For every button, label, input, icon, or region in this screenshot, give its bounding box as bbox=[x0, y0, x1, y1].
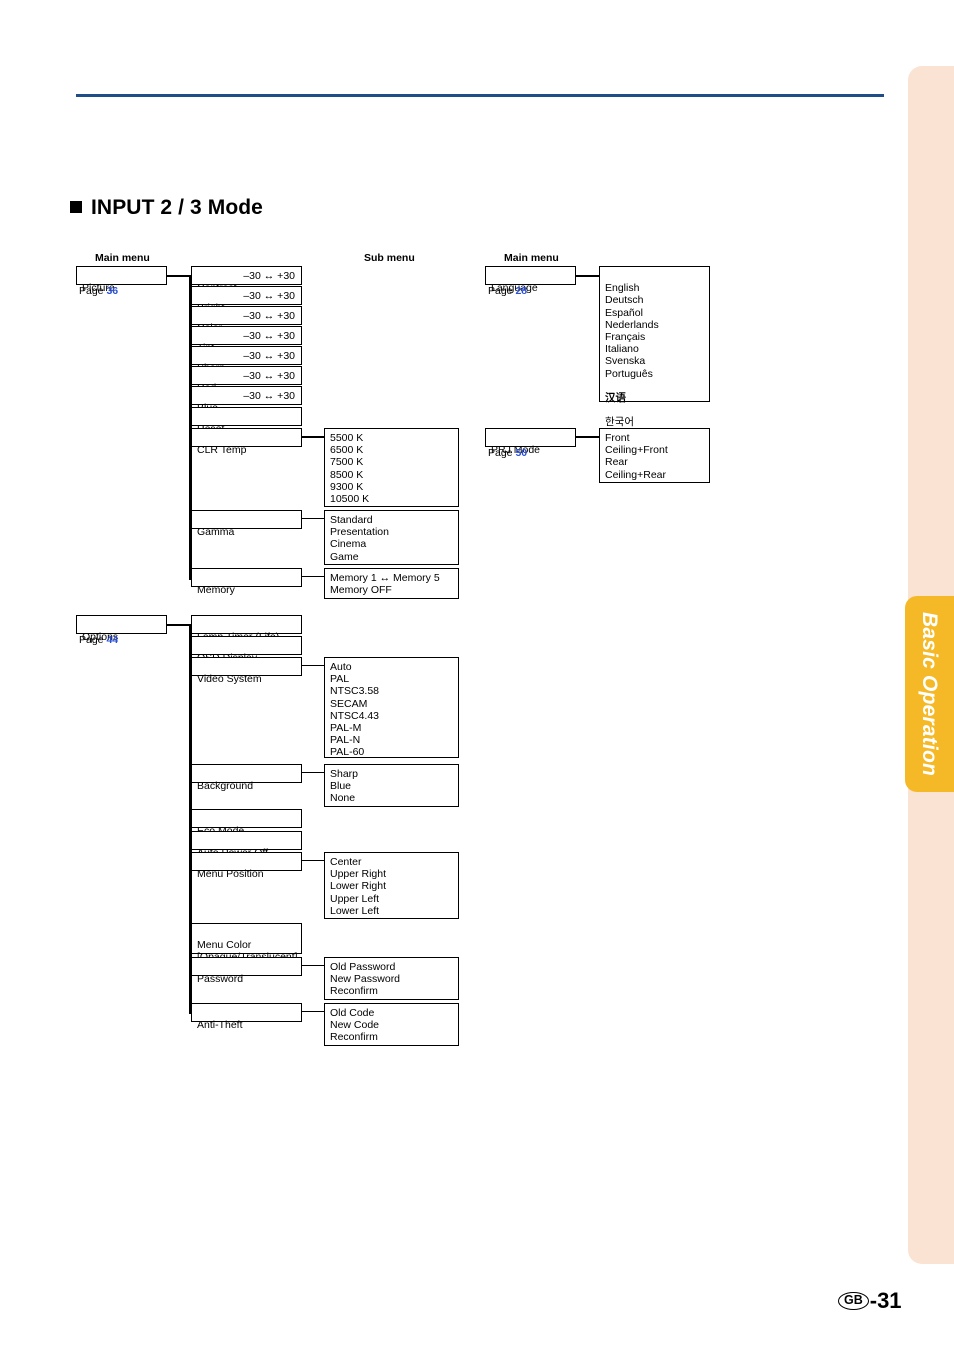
submenu-anti-theft[interactable]: Anti-Theft bbox=[191, 1003, 302, 1031]
submenu-sharp-range: –30 ↔ +30 bbox=[243, 350, 295, 362]
connector bbox=[576, 435, 600, 439]
submenu-clr-temp[interactable]: CLR Temp bbox=[191, 428, 302, 456]
section-tab-basic-operation: Basic Operation bbox=[905, 596, 954, 792]
submenu-reset[interactable]: Reset bbox=[191, 407, 302, 435]
submenu-menu-color[interactable]: Menu Color [Opaque/Translucent] bbox=[191, 923, 302, 963]
connector bbox=[302, 664, 325, 667]
bullet-square-icon bbox=[70, 201, 82, 213]
page-ref-language: Page 28 bbox=[488, 285, 527, 297]
submenu-red[interactable]: Red –30 ↔ +30 bbox=[191, 366, 302, 394]
page-ref-word: Page bbox=[79, 285, 104, 297]
options-background[interactable]: Sharp Blue None bbox=[324, 764, 459, 807]
manual-page: Basic Operation INPUT 2 / 3 Mode Main me… bbox=[0, 0, 954, 1346]
menu-prj-mode[interactable]: PRJ Mode bbox=[485, 428, 576, 456]
options-language[interactable]: English Deutsch Español Nederlands Franç… bbox=[599, 266, 710, 453]
menu-language[interactable]: Language bbox=[485, 266, 576, 294]
submenu-password-label: Password bbox=[197, 973, 244, 986]
options-language-ko: 한국어 bbox=[605, 416, 634, 429]
submenu-red-range: –30 ↔ +30 bbox=[243, 370, 295, 382]
submenu-color-range: –30 ↔ +30 bbox=[243, 310, 295, 322]
submenu-memory-label: Memory bbox=[197, 584, 235, 597]
menu-picture[interactable]: Picture bbox=[76, 266, 167, 294]
options-gamma[interactable]: Standard Presentation Cinema Game bbox=[324, 510, 459, 565]
page-ref-word: Page bbox=[79, 634, 104, 646]
connector bbox=[302, 1010, 325, 1013]
page-ref-prj-mode: Page 50 bbox=[488, 447, 527, 459]
submenu-menu-position-label: Menu Position bbox=[197, 868, 264, 881]
section-tab-label: Basic Operation bbox=[918, 611, 942, 777]
caption-main-menu-right: Main menu bbox=[504, 252, 559, 264]
submenu-background-label: Background bbox=[197, 780, 254, 793]
submenu-video-system[interactable]: Video System bbox=[191, 657, 302, 685]
submenu-contrast[interactable]: Contrast –30 ↔ +30 bbox=[191, 266, 302, 294]
menu-options[interactable]: Options bbox=[76, 615, 167, 643]
submenu-clr-temp-label: CLR Temp bbox=[197, 444, 247, 457]
page-ref-options: Page 44 bbox=[79, 634, 118, 646]
page-title: INPUT 2 / 3 Mode bbox=[70, 196, 263, 220]
connector bbox=[302, 435, 325, 439]
submenu-video-system-label: Video System bbox=[197, 673, 262, 686]
connector bbox=[302, 575, 325, 578]
locale-badge: GB bbox=[838, 1292, 869, 1310]
page-ref-picture: Page 36 bbox=[79, 285, 118, 297]
options-anti-theft[interactable]: Old Code New Code Reconfirm bbox=[324, 1003, 459, 1046]
connector bbox=[302, 771, 325, 774]
options-prj-mode[interactable]: Front Ceiling+Front Rear Ceiling+Rear bbox=[599, 428, 710, 483]
submenu-bright-range: –30 ↔ +30 bbox=[243, 290, 295, 302]
submenu-auto-power-off[interactable]: Auto Power Off [ON/OFF] bbox=[191, 831, 302, 871]
options-language-zh: 汉语 bbox=[605, 392, 626, 405]
page-ref-number[interactable]: 36 bbox=[106, 285, 118, 297]
submenu-background[interactable]: Background bbox=[191, 764, 302, 792]
submenu-blue-range: –30 ↔ +30 bbox=[243, 390, 295, 402]
footer-page-number: -31 bbox=[869, 1288, 902, 1313]
submenu-bright[interactable]: Bright –30 ↔ +30 bbox=[191, 286, 302, 314]
submenu-color[interactable]: Color –30 ↔ +30 bbox=[191, 306, 302, 334]
page-ref-word: Page bbox=[488, 285, 513, 297]
submenu-password[interactable]: Password bbox=[191, 957, 302, 985]
options-video-system[interactable]: Auto PAL NTSC3.58 SECAM NTSC4.43 PAL-M P… bbox=[324, 657, 459, 758]
submenu-eco-mode[interactable]: Eco Mode [Eco/Standard] bbox=[191, 809, 302, 849]
submenu-gamma-label: Gamma bbox=[197, 526, 235, 539]
submenu-sharp[interactable]: Sharp –30 ↔ +30 bbox=[191, 346, 302, 374]
connector bbox=[167, 274, 191, 278]
submenu-contrast-range: –30 ↔ +30 bbox=[243, 270, 295, 282]
caption-sub-menu: Sub menu bbox=[364, 252, 415, 264]
submenu-gamma[interactable]: Gamma bbox=[191, 510, 302, 538]
submenu-tint-range: –30 ↔ +30 bbox=[243, 330, 295, 342]
submenu-tint[interactable]: Tint –30 ↔ +30 bbox=[191, 326, 302, 354]
submenu-osd-display[interactable]: OSD Display [ON/OFF] bbox=[191, 636, 302, 676]
page-ref-number[interactable]: 50 bbox=[515, 447, 527, 459]
connector bbox=[576, 274, 600, 278]
options-password[interactable]: Old Password New Password Reconfirm bbox=[324, 957, 459, 1000]
submenu-memory[interactable]: Memory bbox=[191, 568, 302, 596]
page-ref-number[interactable]: 28 bbox=[515, 285, 527, 297]
options-menu-position[interactable]: Center Upper Right Lower Right Upper Lef… bbox=[324, 852, 459, 919]
options-language-latin: English Deutsch Español Nederlands Franç… bbox=[605, 282, 659, 380]
page-title-text: INPUT 2 / 3 Mode bbox=[91, 196, 263, 219]
connector bbox=[302, 859, 325, 862]
page-footer: GB -31 bbox=[838, 1288, 902, 1314]
connector bbox=[302, 517, 325, 520]
connector bbox=[302, 964, 325, 967]
page-ref-number[interactable]: 44 bbox=[106, 634, 118, 646]
header-rule bbox=[76, 94, 884, 97]
options-memory[interactable]: Memory 1 ↔ Memory 5 Memory OFF bbox=[324, 568, 459, 599]
submenu-menu-position[interactable]: Menu Position bbox=[191, 852, 302, 880]
caption-main-menu-left: Main menu bbox=[95, 252, 150, 264]
page-ref-word: Page bbox=[488, 447, 513, 459]
submenu-anti-theft-label: Anti-Theft bbox=[197, 1019, 243, 1032]
submenu-lamp-timer[interactable]: Lamp Timer (Life) bbox=[191, 615, 302, 643]
submenu-blue[interactable]: Blue –30 ↔ +30 bbox=[191, 386, 302, 414]
options-clr-temp[interactable]: 5500 K 6500 K 7500 K 8500 K 9300 K 10500… bbox=[324, 428, 459, 507]
connector bbox=[167, 623, 191, 627]
